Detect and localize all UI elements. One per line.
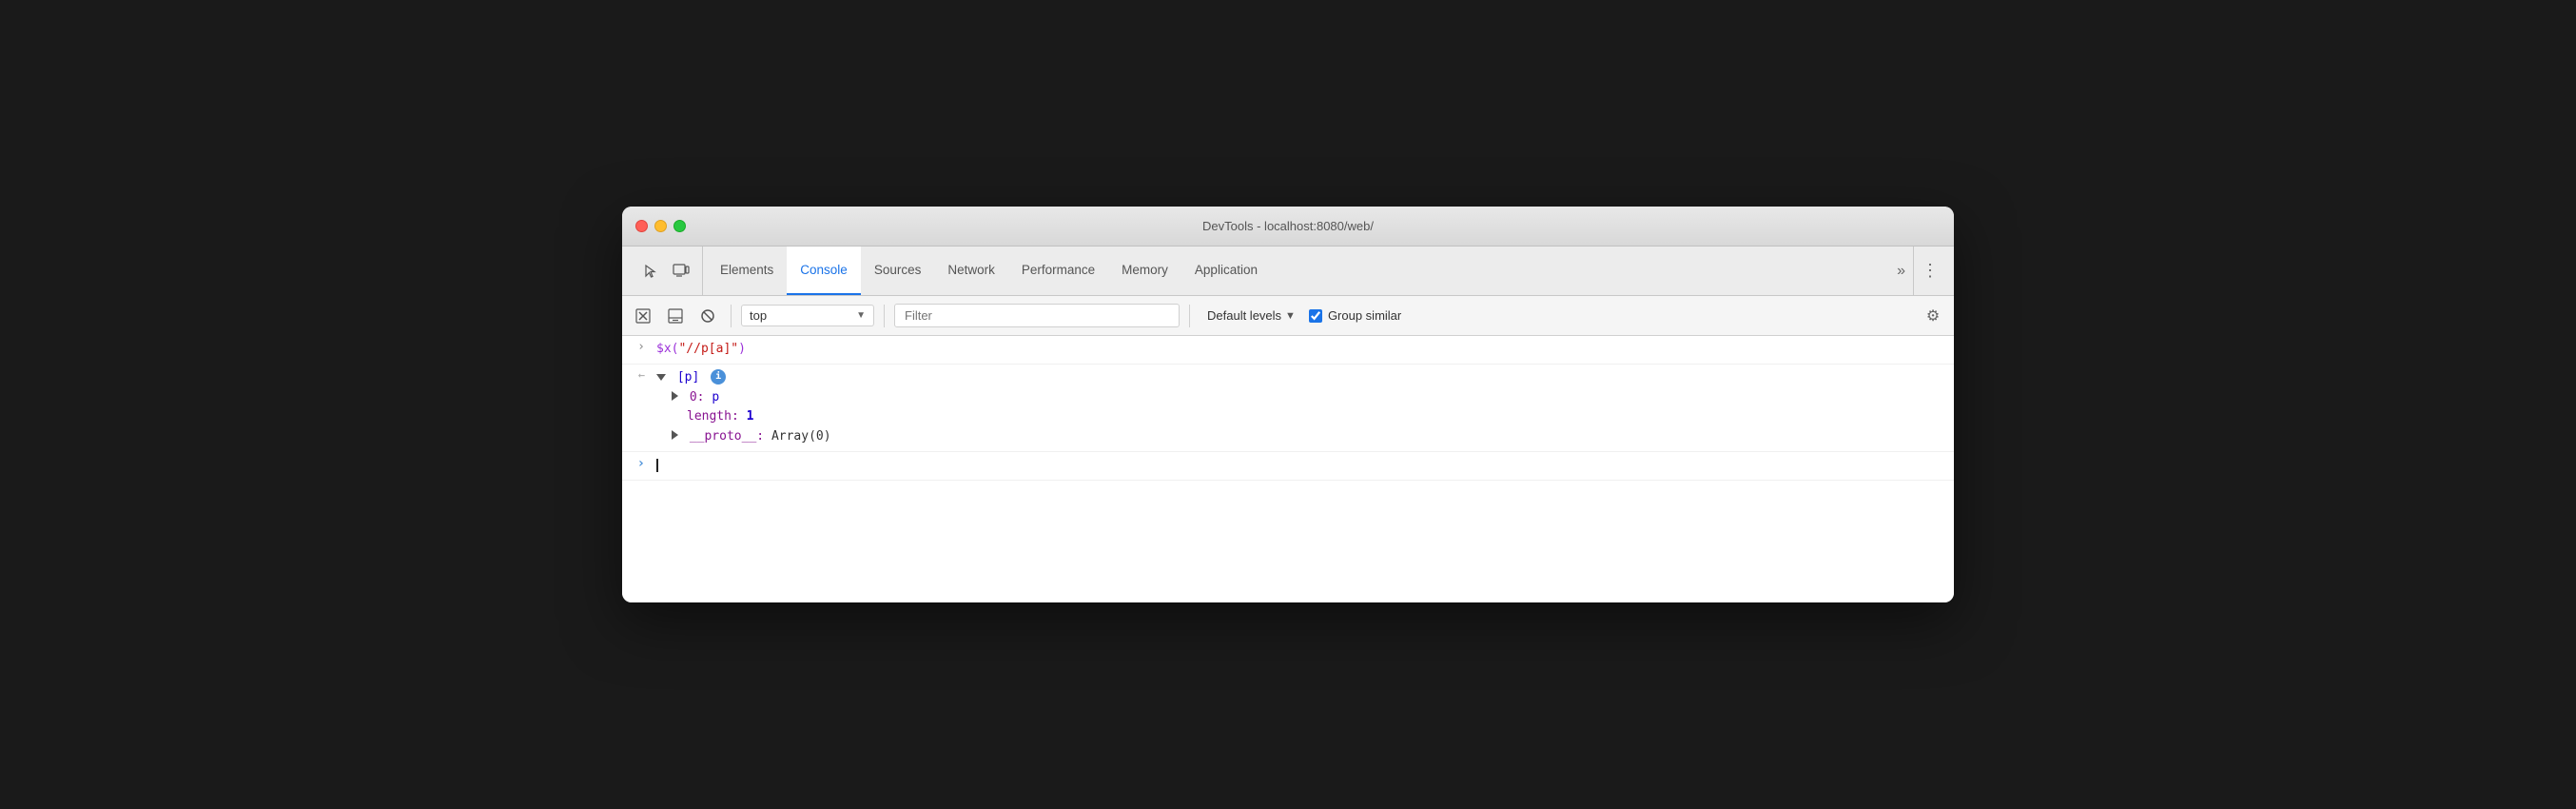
tree-proto: __proto__: Array(0) [656,427,1946,447]
expand-icon[interactable] [656,374,666,381]
window-title: DevTools - localhost:8080/web/ [1202,219,1374,233]
context-selector[interactable]: top ▼ [741,305,874,326]
tree-length: length: 1 [656,407,1946,427]
item-0-value: p [712,390,719,404]
more-tabs-button[interactable]: » [1889,247,1913,295]
devtools-window: DevTools - localhost:8080/web/ Elements … [622,207,1954,602]
item-0-label: 0: [690,390,705,404]
code-token-2: ) [738,342,746,356]
proto-label: __proto__: [690,429,764,444]
tree-item-0: 0: p [656,388,1946,408]
proto-triangle-icon[interactable] [672,430,678,440]
proto-value: Array(0) [771,429,831,444]
length-value: 1 [747,409,754,424]
toolbar-divider-3 [1189,305,1190,327]
code-string: "//p[a]" [678,342,738,356]
devtools-icon-group [630,247,703,295]
log-levels-button[interactable]: Default levels ▼ [1200,305,1303,326]
console-area[interactable]: › $x("//p[a]") ← [p] i 0: [622,336,1954,602]
device-icon[interactable] [668,258,694,285]
tab-sources[interactable]: Sources [861,247,935,295]
console-row-input: › $x("//p[a]") [622,336,1954,365]
console-toolbar: top ▼ Default levels ▼ Group similar ⚙ [622,296,1954,336]
console-prompt-content [653,456,1946,476]
toolbar-divider-1 [731,305,732,327]
console-input-content: $x("//p[a]") [653,340,1946,360]
minimize-button[interactable] [654,220,667,232]
tab-elements[interactable]: Elements [707,247,787,295]
input-gutter: › [622,340,653,354]
array-label: [p] [677,370,699,385]
info-badge: i [711,369,726,385]
cursor [656,459,658,472]
group-similar-label: Group similar [1328,308,1401,323]
console-row-prompt[interactable]: › [622,452,1954,481]
tab-network[interactable]: Network [934,247,1008,295]
context-arrow-icon: ▼ [856,310,866,321]
code-token: $x( [656,342,678,356]
traffic-lights [635,220,686,232]
cursor-icon[interactable] [637,258,664,285]
no-circle-icon[interactable] [694,303,721,329]
console-output-content: [p] i 0: p length: 1 [653,368,1946,447]
titlebar: DevTools - localhost:8080/web/ [622,207,1954,247]
levels-label: Default levels [1207,308,1281,323]
tab-application[interactable]: Application [1181,247,1271,295]
length-label: length: [687,409,739,424]
tabs-bar: Elements Console Sources Network Perform… [622,247,1954,296]
close-button[interactable] [635,220,648,232]
prompt-gutter: › [622,456,653,471]
array-row: [p] i [656,368,1946,388]
console-row-output: ← [p] i 0: p length: [622,365,1954,452]
clear-console-button[interactable] [630,303,656,329]
show-drawer-button[interactable] [662,303,689,329]
group-similar-control: Group similar [1309,308,1401,323]
tab-console[interactable]: Console [787,247,861,295]
kebab-menu-button[interactable]: ⋮ [1913,247,1946,295]
maximize-button[interactable] [673,220,686,232]
output-gutter: ← [622,368,653,382]
filter-input[interactable] [894,304,1180,327]
tab-memory[interactable]: Memory [1108,247,1181,295]
group-similar-checkbox[interactable] [1309,309,1322,323]
levels-arrow-icon: ▼ [1285,310,1296,322]
item-triangle-icon[interactable] [672,391,678,401]
tab-performance[interactable]: Performance [1008,247,1108,295]
context-value: top [750,308,767,323]
settings-gear-icon[interactable]: ⚙ [1920,303,1946,329]
toolbar-divider-2 [884,305,885,327]
